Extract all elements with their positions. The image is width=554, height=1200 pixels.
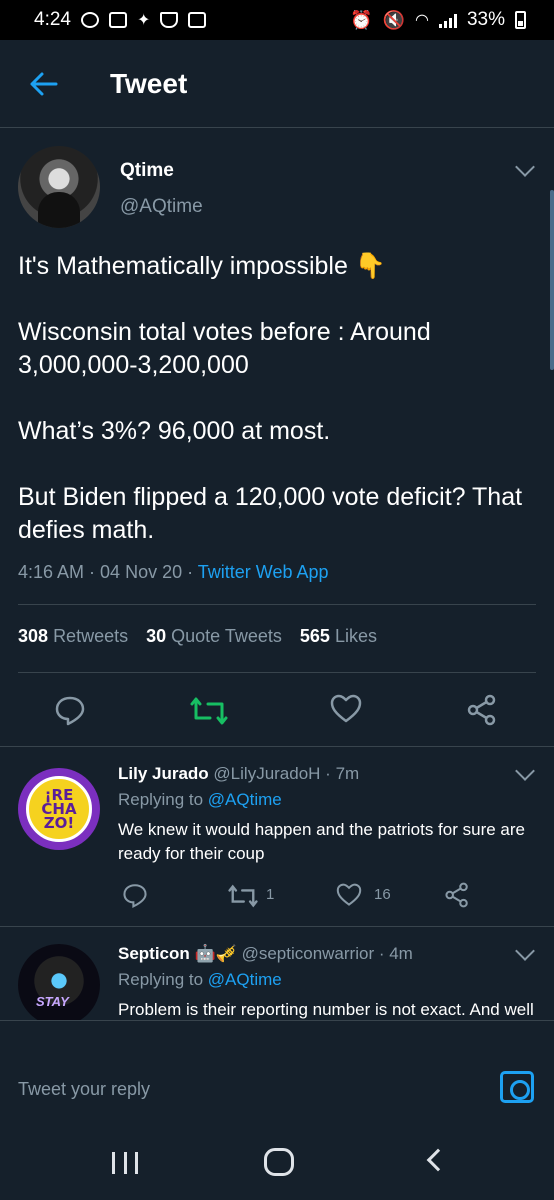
like-icon[interactable] xyxy=(330,694,362,724)
divider xyxy=(18,672,536,673)
avatar[interactable] xyxy=(18,146,100,228)
reply-author-name[interactable]: Septicon 🤖🎺 xyxy=(118,944,237,963)
header: Tweet xyxy=(0,40,554,128)
reply-author-handle[interactable]: @septiconwarrior xyxy=(242,944,375,963)
signal-icon xyxy=(438,12,457,28)
tweet-actions xyxy=(0,690,554,734)
alarm-icon: ⏰ xyxy=(350,9,373,30)
tweet-meta: 4:16 AM · 04 Nov 20 · Twitter Web App xyxy=(18,562,329,582)
reply-author-handle[interactable]: @LilyJuradoH xyxy=(213,764,320,783)
retweet-icon[interactable] xyxy=(228,884,258,908)
page-title: Tweet xyxy=(110,67,188,99)
likes-stat[interactable]: 565 Likes xyxy=(300,626,377,647)
camera-icon[interactable] xyxy=(500,1071,534,1103)
cloud-icon xyxy=(80,12,99,28)
replying-to: Replying to @AQtime xyxy=(118,790,282,809)
chevron-down-icon[interactable] xyxy=(515,157,535,177)
reply-author-name[interactable]: Lily Jurado xyxy=(118,764,209,783)
reply-time: 7m xyxy=(335,764,360,783)
reply-header: Lily Jurado @LilyJuradoH · 7m xyxy=(118,764,360,783)
reply-composer[interactable]: Tweet your reply xyxy=(0,1020,554,1124)
reply-icon[interactable] xyxy=(54,694,86,726)
status-time: 4:24 xyxy=(34,9,71,30)
reply-text: We knew it would happen and the patriots… xyxy=(118,820,525,863)
reply-item[interactable]: STAY Septicon 🤖🎺 @septiconwarrior · 4m R… xyxy=(0,926,554,1020)
author-handle[interactable]: @AQtime xyxy=(120,196,203,218)
like-icon[interactable] xyxy=(336,883,362,907)
avatar[interactable]: ¡RE CHA ZO! xyxy=(18,768,100,850)
recent-apps-icon[interactable] xyxy=(112,1152,138,1174)
reply-item[interactable]: ¡RE CHA ZO! Lily Jurado @LilyJuradoH · 7… xyxy=(0,746,554,926)
share-icon[interactable] xyxy=(444,882,470,908)
reply-header: Septicon 🤖🎺 @septiconwarrior · 4m xyxy=(118,944,413,963)
tweet-stats: 308 Retweets 30 Quote Tweets 565 Likes xyxy=(18,626,377,647)
system-nav-bar xyxy=(0,1124,554,1200)
author-name[interactable]: Qtime xyxy=(120,160,174,182)
back-icon[interactable] xyxy=(426,1148,450,1172)
chevron-down-icon[interactable] xyxy=(515,941,535,961)
instagram-icon xyxy=(108,12,127,28)
reply-time: 4m xyxy=(389,944,413,963)
tweet-source-link[interactable]: Twitter Web App xyxy=(198,562,329,582)
scrollbar[interactable] xyxy=(550,190,554,370)
back-arrow-icon[interactable] xyxy=(28,69,58,99)
avatar[interactable]: STAY xyxy=(18,944,100,1020)
retweets-stat[interactable]: 308 Retweets xyxy=(18,626,128,647)
battery-level: 33% xyxy=(466,9,505,30)
status-bar: 4:24 ✦ ⏰ 🔇 ◠ 33% xyxy=(0,0,554,40)
battery-icon xyxy=(515,11,526,29)
wifi-icon: ◠ xyxy=(415,12,429,29)
like-count: 16 xyxy=(374,886,391,903)
tweet-date: 04 Nov 20 xyxy=(100,562,183,582)
image-icon xyxy=(188,12,207,28)
replying-to-link[interactable]: @AQtime xyxy=(208,970,282,989)
shield-icon xyxy=(160,12,179,28)
tweet-author: Qtime @AQtime xyxy=(18,146,538,236)
reply-icon[interactable] xyxy=(122,882,148,908)
home-icon[interactable] xyxy=(264,1148,294,1176)
reply-actions: 1 16 xyxy=(118,880,478,910)
reply-text: Problem is their reporting number is not… xyxy=(118,1000,534,1019)
twitter-bird-icon: ✦ xyxy=(136,12,151,29)
quote-tweets-stat[interactable]: 30 Quote Tweets xyxy=(146,626,282,647)
tweet-time: 4:16 AM xyxy=(18,562,85,582)
retweet-icon[interactable] xyxy=(190,696,228,726)
replying-to-link[interactable]: @AQtime xyxy=(208,790,282,809)
mute-icon: 🔇 xyxy=(382,9,405,30)
chevron-down-icon[interactable] xyxy=(515,761,535,781)
share-icon[interactable] xyxy=(466,694,498,726)
tweet-text: It's Mathematically impossible 👇 Wiscons… xyxy=(18,252,523,544)
replying-to: Replying to @AQtime xyxy=(118,970,282,989)
retweet-count: 1 xyxy=(266,886,275,903)
divider xyxy=(18,604,536,605)
reply-input[interactable]: Tweet your reply xyxy=(18,1079,150,1100)
